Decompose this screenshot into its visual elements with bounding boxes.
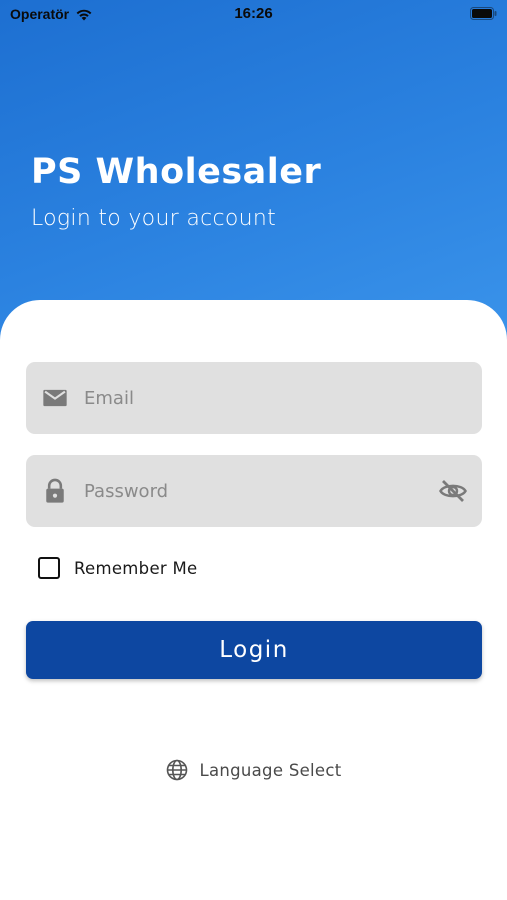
password-field[interactable]: [26, 455, 482, 527]
login-button[interactable]: Login: [26, 621, 482, 679]
remember-me-checkbox[interactable]: [38, 557, 60, 579]
battery-icon: [470, 7, 497, 20]
mail-icon: [43, 389, 67, 407]
remember-me-label: Remember Me: [74, 558, 198, 578]
language-select[interactable]: Language Select: [0, 758, 507, 782]
remember-me[interactable]: Remember Me: [38, 557, 198, 579]
password-input[interactable]: [84, 455, 424, 527]
email-field[interactable]: [26, 362, 482, 434]
app-title: PS Wholesaler: [31, 152, 322, 192]
clock: 16:26: [234, 5, 273, 22]
language-select-label: Language Select: [199, 760, 342, 780]
globe-icon: [167, 759, 188, 781]
eye-off-icon[interactable]: [438, 476, 468, 506]
email-input[interactable]: [84, 362, 424, 434]
app-subtitle: Login to your account: [31, 206, 277, 231]
lock-icon: [46, 478, 64, 503]
status-bar: Operatör 16:26: [0, 0, 507, 28]
